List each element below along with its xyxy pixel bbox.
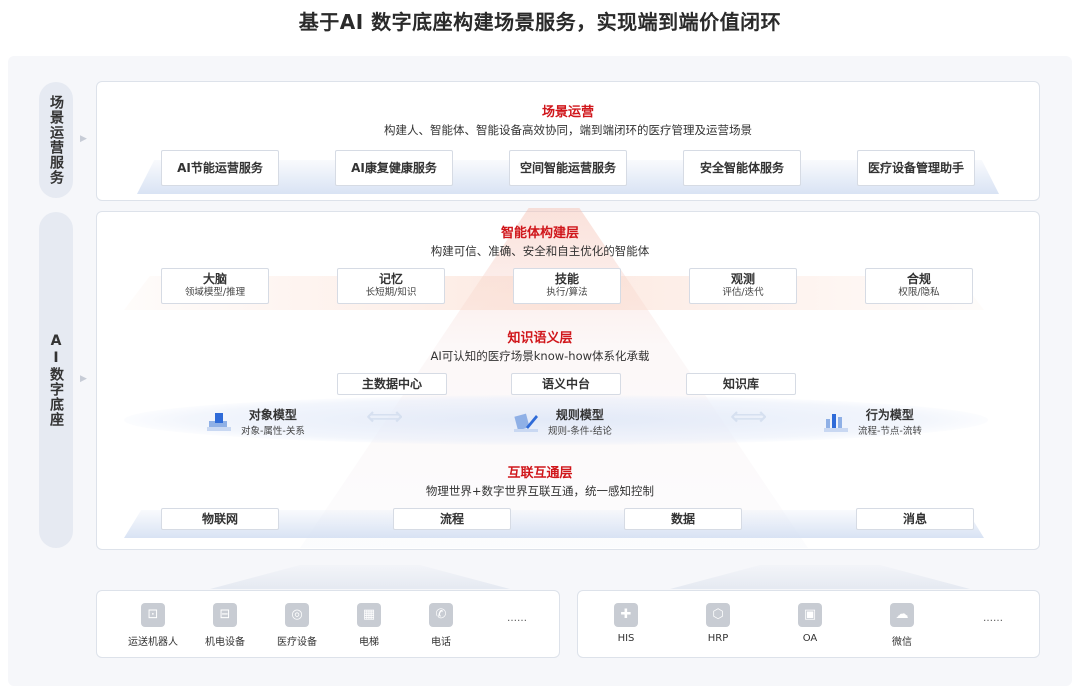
scene-ops-subtitle: 构建人、智能体、智能设备高效协同，端到端闭环的医疗管理及运营场景 (384, 123, 752, 137)
more-ellipsis: …… (507, 613, 527, 624)
side-label-scene-text: 场景运营服务 (48, 95, 64, 185)
phone-icon: ✆ (429, 603, 453, 627)
elevator-icon: ▦ (357, 603, 381, 627)
source-label: 电话 (431, 637, 451, 648)
knowledge-item[interactable]: 语义中台 (511, 373, 621, 395)
agent-item-desc: 长短期/知识 (365, 287, 417, 298)
double-arrow-icon: ⟺ (730, 402, 768, 432)
model-desc: 规则-条件-结论 (548, 426, 612, 437)
oa-icon: ▣ (798, 603, 822, 627)
rule-model: 规则模型 规则-条件-结论 (512, 406, 612, 437)
source-label: 微信 (892, 637, 912, 648)
model-name: 对象模型 (248, 408, 297, 422)
object-model-icon (207, 412, 231, 431)
side-label-scene: 场景运营服务 (39, 82, 73, 198)
double-arrow-icon: ⟺ (366, 402, 404, 432)
knowledge-item[interactable]: 知识库 (686, 373, 796, 395)
source-label: 机电设备 (205, 637, 245, 648)
source-label: HRP (707, 633, 729, 644)
agent-item-brain[interactable]: 大脑 领域模型/推理 (161, 268, 269, 304)
agent-item-memory[interactable]: 记忆 长短期/知识 (337, 268, 445, 304)
agent-layer-subtitle: 构建可信、准确、安全和自主优化的智能体 (430, 244, 650, 258)
agent-item-desc: 执行/算法 (546, 287, 588, 298)
agent-item-desc: 权限/隐私 (898, 287, 940, 298)
agent-item-desc: 领域模型/推理 (184, 287, 246, 298)
interconnect-item[interactable]: 物联网 (161, 508, 279, 530)
source-his[interactable]: ✚ HIS (598, 603, 654, 644)
side-arrow-2-icon: ▶ (80, 374, 87, 384)
more-ellipsis: …… (983, 613, 1003, 624)
interconnect-item[interactable]: 消息 (856, 508, 974, 530)
interconnect-item[interactable]: 流程 (393, 508, 511, 530)
source-wechat[interactable]: ☁ 微信 (874, 603, 930, 648)
model-desc: 对象-属性-关系 (241, 426, 305, 437)
source-oa[interactable]: ▣ OA (782, 603, 838, 644)
agent-item-compliance[interactable]: 合规 权限/隐私 (865, 268, 973, 304)
knowledge-layer-title: 知识语义层 (507, 331, 573, 346)
service-box[interactable]: 医疗设备管理助手 (857, 150, 975, 186)
source-phone[interactable]: ✆ 电话 (413, 603, 469, 648)
model-desc: 流程-节点-流转 (858, 426, 922, 437)
agent-item-observe[interactable]: 观测 评估/迭代 (689, 268, 797, 304)
hrp-icon: ⬡ (706, 603, 730, 627)
model-name: 行为模型 (865, 408, 914, 422)
service-box[interactable]: 空间智能运营服务 (509, 150, 627, 186)
agent-item-name: 合规 (906, 272, 931, 286)
behavior-model: 行为模型 流程-节点-流转 (822, 406, 922, 437)
agent-item-skill[interactable]: 技能 执行/算法 (513, 268, 621, 304)
source-label: 运送机器人 (128, 637, 178, 648)
model-name: 规则模型 (555, 408, 604, 422)
service-box[interactable]: 安全智能体服务 (683, 150, 801, 186)
electromechanical-icon: ⊟ (213, 603, 237, 627)
agent-item-name: 记忆 (378, 272, 403, 286)
source-label: OA (802, 633, 818, 644)
service-box[interactable]: AI康复健康服务 (335, 150, 453, 186)
medical-device-icon: ◎ (285, 603, 309, 627)
agent-item-name: 观测 (730, 272, 755, 286)
robot-icon: ⊡ (141, 603, 165, 627)
source-robot[interactable]: ⊡ 运送机器人 (125, 603, 181, 648)
service-box[interactable]: AI节能运营服务 (161, 150, 279, 186)
behavior-model-icon (824, 413, 848, 432)
source-label: 电梯 (359, 637, 379, 648)
his-icon: ✚ (614, 603, 638, 627)
page-title: 基于AI 数字底座构建场景服务，实现端到端价值闭环 (298, 10, 782, 34)
interconnect-layer-subtitle: 物理世界+数字世界互联互通，统一感知控制 (425, 484, 655, 498)
rule-model-icon (514, 413, 538, 432)
agent-item-desc: 评估/迭代 (722, 287, 764, 298)
knowledge-item[interactable]: 主数据中心 (337, 373, 447, 395)
agent-item-name: 技能 (554, 272, 579, 286)
knowledge-layer-subtitle: AI可认知的医疗场景know-how体系化承载 (430, 349, 650, 363)
scene-ops-title: 场景运营 (541, 105, 594, 120)
object-model: 对象模型 对象-属性-关系 (205, 406, 305, 437)
wechat-icon: ☁ (890, 603, 914, 627)
source-electromechanical[interactable]: ⊟ 机电设备 (197, 603, 253, 648)
side-arrow-1-icon: ▶ (80, 134, 87, 144)
physical-sources-card: ⊡ 运送机器人 ⊟ 机电设备 ◎ 医疗设备 ▦ 电梯 ✆ 电话 …… (96, 590, 560, 658)
digital-sources-card: ✚ HIS ⬡ HRP ▣ OA ☁ 微信 …… (577, 590, 1040, 658)
agent-item-name: 大脑 (202, 272, 227, 286)
source-medical-device[interactable]: ◎ 医疗设备 (269, 603, 325, 648)
source-hrp[interactable]: ⬡ HRP (690, 603, 746, 644)
scene-ops-card: 场景运营 构建人、智能体、智能设备高效协同，端到端闭环的医疗管理及运营场景 AI… (96, 81, 1040, 201)
interconnect-item[interactable]: 数据 (624, 508, 742, 530)
agent-layer-title: 智能体构建层 (500, 226, 579, 241)
source-label: HIS (617, 633, 635, 644)
source-label: 医疗设备 (277, 637, 317, 648)
source-elevator[interactable]: ▦ 电梯 (341, 603, 397, 648)
interconnect-layer-title: 互联互通层 (507, 466, 573, 481)
